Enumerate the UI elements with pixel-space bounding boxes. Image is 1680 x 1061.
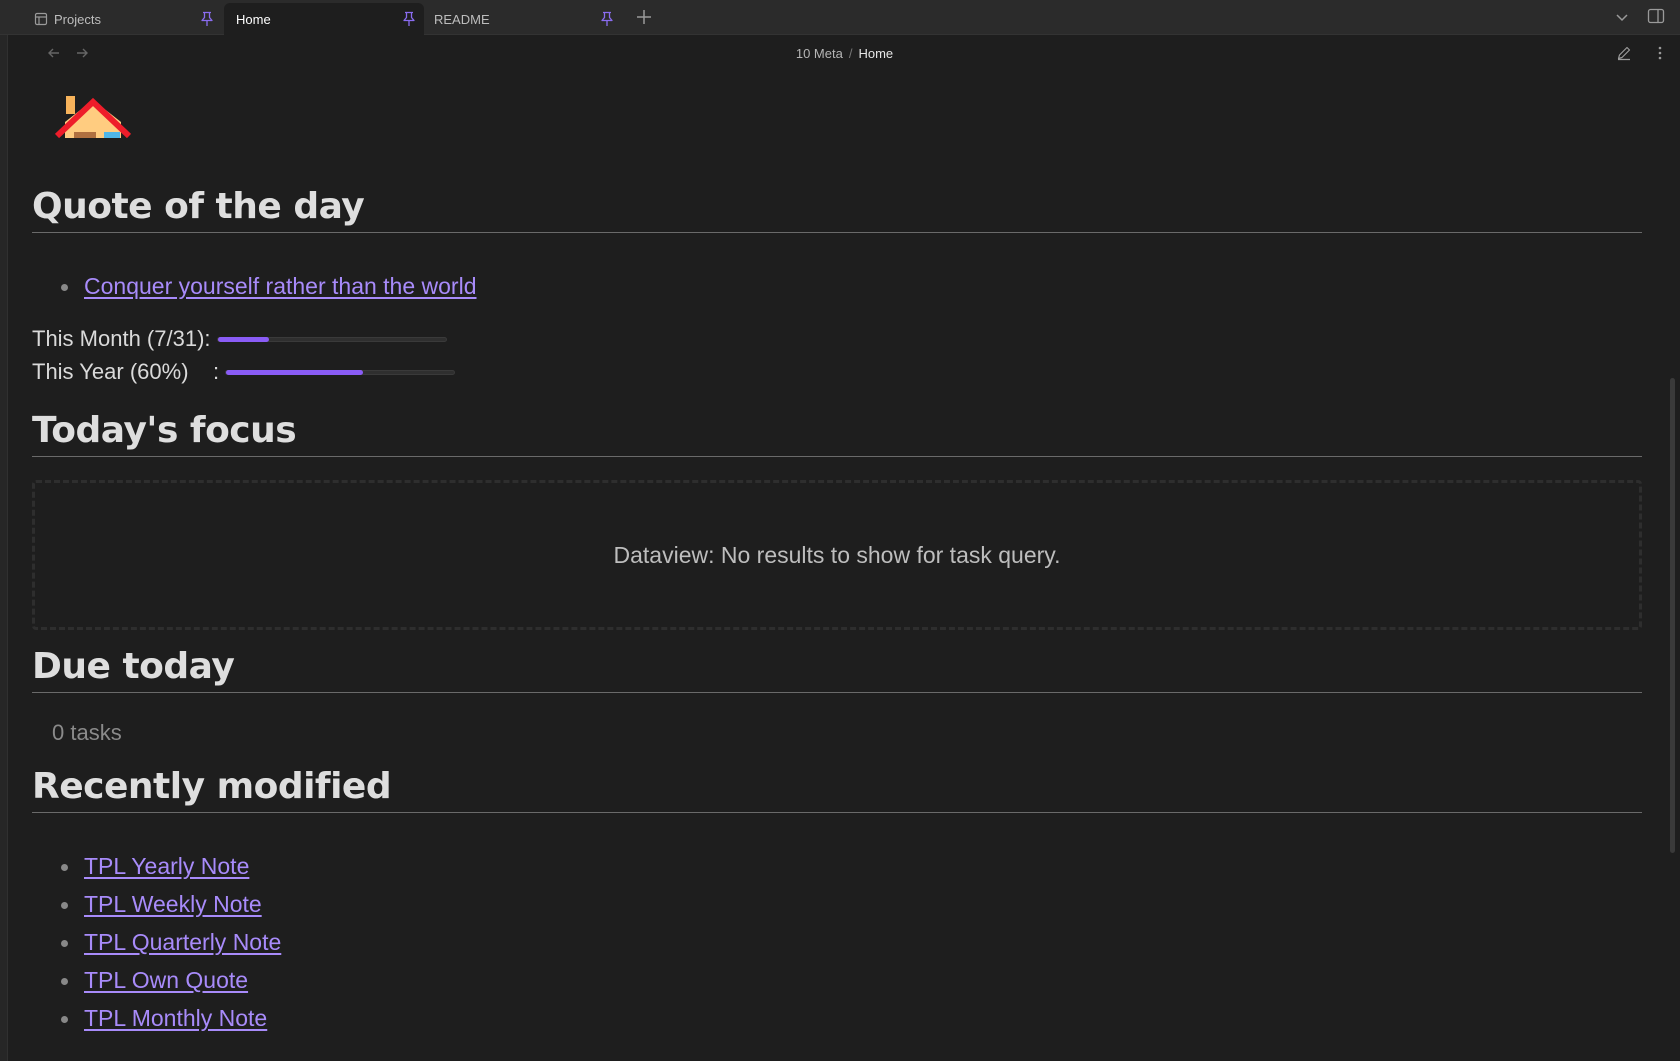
view-header: 10 Meta / Home <box>9 36 1680 70</box>
scrollbar-thumb[interactable] <box>1670 378 1675 853</box>
progress-month: This Month (7/31): <box>32 324 447 354</box>
list-item: TPL Monthly Note <box>32 1002 281 1040</box>
pin-icon[interactable] <box>200 11 214 27</box>
heading-due-today: Due today <box>32 646 1642 693</box>
list-item: TPL Yearly Note <box>32 850 281 888</box>
tab-bar: Projects Home README <box>0 0 1680 35</box>
tab-home[interactable]: Home <box>224 3 424 35</box>
recent-link[interactable]: TPL Weekly Note <box>84 891 262 917</box>
breadcrumb-parent[interactable]: 10 Meta <box>796 46 843 61</box>
tab-label: Home <box>236 11 271 27</box>
heading-focus: Today's focus <box>32 410 1642 457</box>
list-item: TPL Quarterly Note <box>32 926 281 964</box>
progress-year-fill <box>226 369 363 375</box>
more-vertical-icon[interactable] <box>1652 45 1668 61</box>
quote-list: Conquer yourself rather than the world <box>32 270 477 308</box>
progress-year-bar <box>225 369 456 375</box>
list-item: TPL Weekly Note <box>32 888 281 926</box>
table-icon <box>34 12 48 26</box>
recent-link[interactable]: TPL Yearly Note <box>84 853 249 879</box>
quote-link[interactable]: Conquer yourself rather than the world <box>84 273 477 299</box>
dataview-empty-result: Dataview: No results to show for task qu… <box>32 480 1642 630</box>
pin-icon[interactable] <box>600 11 614 27</box>
house-icon <box>54 92 132 148</box>
tab-projects[interactable]: Projects <box>22 3 222 35</box>
tasks-count: 0 tasks <box>52 720 122 745</box>
tab-label: README <box>434 11 490 27</box>
tab-label: Projects <box>54 11 101 27</box>
heading-quote: Quote of the day <box>32 186 1642 233</box>
recent-list: TPL Yearly Note TPL Weekly Note TPL Quar… <box>32 850 281 1040</box>
list-item: TPL Own Quote <box>32 964 281 1002</box>
progress-year: This Year (60%) : <box>32 357 456 387</box>
breadcrumb: 10 Meta / Home <box>9 46 1680 61</box>
progress-month-bar <box>216 336 447 342</box>
dataview-empty-message: Dataview: No results to show for task qu… <box>613 541 1061 568</box>
heading-recently-modified: Recently modified <box>32 766 1642 813</box>
tab-readme[interactable]: README <box>422 3 622 35</box>
progress-month-label: This Month (7/31): <box>32 326 211 351</box>
recent-link[interactable]: TPL Monthly Note <box>84 1005 267 1031</box>
pencil-icon[interactable] <box>1616 45 1632 61</box>
progress-month-fill <box>217 336 270 342</box>
plus-icon[interactable] <box>634 7 654 27</box>
list-item: Conquer yourself rather than the world <box>32 270 477 308</box>
breadcrumb-current[interactable]: Home <box>858 46 893 61</box>
progress-year-label: This Year (60%) : <box>32 359 220 384</box>
pin-icon[interactable] <box>402 11 416 27</box>
breadcrumb-separator: / <box>848 46 853 61</box>
left-sidebar-edge <box>0 35 8 1061</box>
recent-link[interactable]: TPL Own Quote <box>84 967 248 993</box>
chevron-down-icon[interactable] <box>1614 9 1630 25</box>
sidebar-toggle-icon[interactable] <box>1647 7 1665 25</box>
recent-link[interactable]: TPL Quarterly Note <box>84 929 281 955</box>
